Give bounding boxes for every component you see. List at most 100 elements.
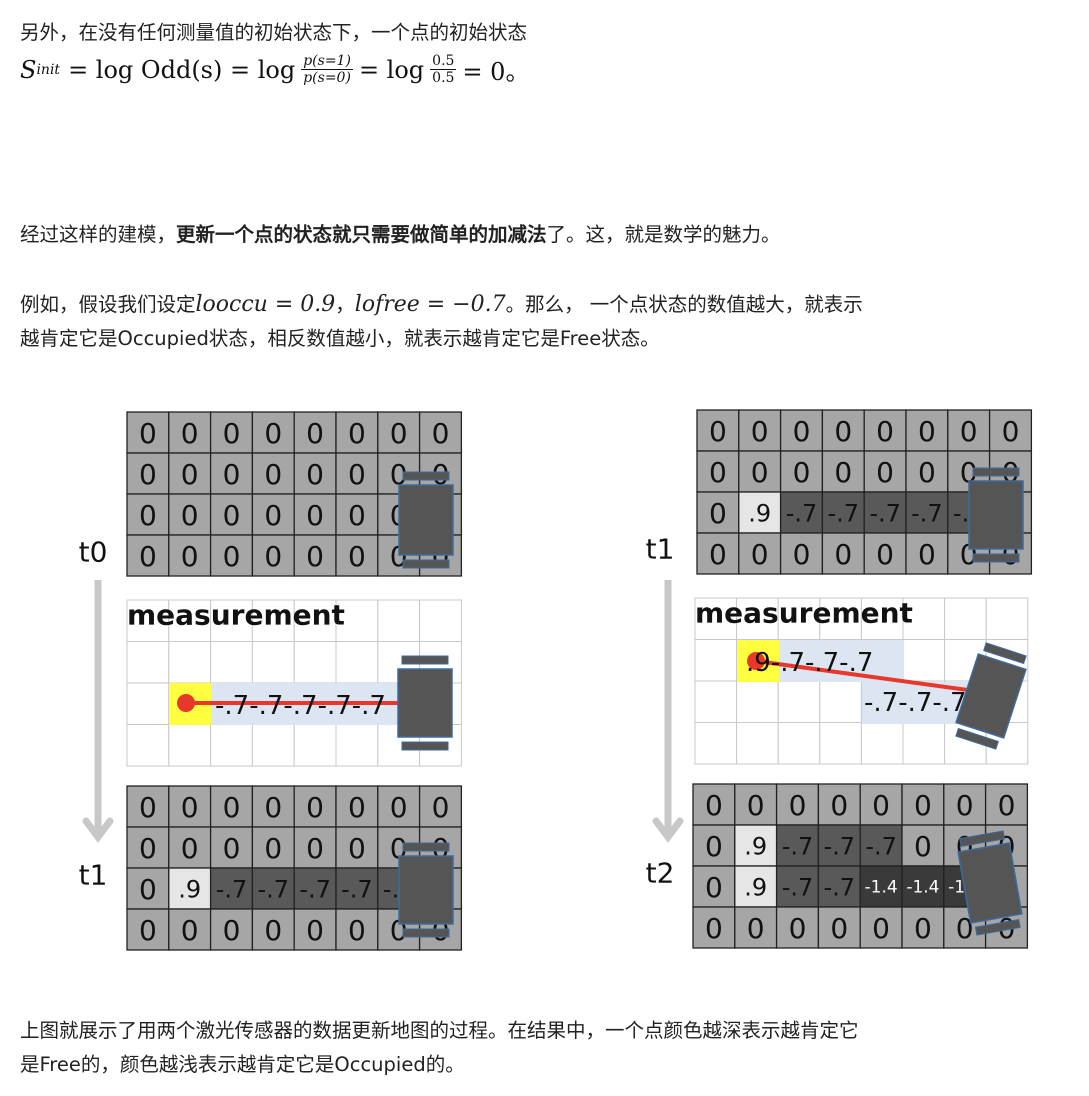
left-bottom-grid-cell-value: 0 — [181, 832, 199, 865]
left-top-grid-cell-value: 0 — [306, 458, 324, 491]
para2-pre: 经过这样的建模， — [20, 223, 177, 246]
intro-line: 另外，在没有任何测量值的初始状态下，一个点的初始状态 — [20, 21, 528, 44]
left-top-grid-cell-value: 0 — [306, 417, 324, 450]
right-top-grid-cell-value: 0 — [793, 456, 811, 489]
para2-bold: 更新一个点的状态就只需要做简单的加减法 — [176, 223, 547, 246]
robot-body — [398, 855, 454, 925]
left-measure-grid-cell — [335, 724, 379, 767]
left-bottom-grid-cell-value: 0 — [348, 832, 366, 865]
formula-fraction-2: 0.5 0.5 — [430, 53, 457, 86]
left-top-grid-cell-value: 0 — [348, 458, 366, 491]
right-label-t1: t1 — [646, 533, 675, 566]
right-top-grid-cell-value: 0 — [709, 456, 727, 489]
left-top-grid-cell-value: 0 — [139, 417, 157, 450]
robot-wheel-top — [402, 471, 450, 481]
right-top-grid-cell-value: 0 — [918, 415, 936, 448]
right-measure-grid-cell — [694, 680, 738, 723]
left-top-grid-cell-value: 0 — [348, 417, 366, 450]
right-measure-values-1: .9-.7-.7-.7 — [746, 648, 873, 678]
right-bottom-grid-cell-value: 0 — [872, 912, 890, 945]
left-bottom-grid-cell-value: 0 — [306, 914, 324, 947]
paragraph-addition-subtraction: 经过这样的建模，更新一个点的状态就只需要做简单的加减法了。这，就是数学的魅力。 — [20, 218, 781, 252]
left-bottom-grid-cell-value: 0 — [348, 791, 366, 824]
right-bottom-grid-cell-value: -.7 — [824, 833, 856, 861]
right-measure-grid-cell — [694, 722, 738, 765]
left-top-grid-cell-value: 0 — [139, 499, 157, 532]
left-label-t0: t0 — [79, 536, 108, 569]
left-measure-grid-cell — [210, 641, 253, 684]
right-bottom-grid-cell-value: 0 — [705, 912, 723, 945]
right-bottom-grid-cell-value: -.7 — [824, 874, 856, 902]
left-measure-values: -.7-.7-.7-.7-.7 — [215, 691, 386, 721]
formula-eq3: = 0。 — [462, 58, 530, 86]
right-bottom-grid-cell-value: 0 — [705, 789, 723, 822]
formula-eq2: = log — [358, 55, 425, 84]
left-top-robot — [398, 471, 454, 569]
left-top-grid-cell-value: 0 — [181, 417, 199, 450]
right-top-grid-cell-value: 0 — [918, 538, 936, 571]
formula-fraction-1: p(s=1) p(s=0) — [301, 53, 353, 86]
left-measure-grid-cell — [251, 724, 295, 767]
left-top-grid-cell-value: 0 — [181, 458, 199, 491]
right-bottom-grid-cell-value: -1.4 — [906, 878, 939, 898]
robot-body — [398, 484, 454, 556]
frac1-denominator: p(s=0) — [303, 70, 351, 86]
left-top-grid-cell-value: 0 — [306, 499, 324, 532]
right-top-grid-cell-value: -.7 — [869, 500, 901, 528]
right-bottom-grid-cell-value: 0 — [914, 830, 932, 863]
para3-pre: 例如，假设我们设定 — [20, 293, 196, 316]
left-top-grid-cell-value: 0 — [390, 417, 408, 450]
left-top-grid-cell-value: 0 — [181, 499, 199, 532]
para2-post: 了。这，就是数学的魅力。 — [546, 223, 781, 246]
right-top-grid-cell-value: 0 — [1002, 415, 1020, 448]
left-measure-grid-cell — [335, 641, 379, 684]
right-measure-grid-cell — [819, 722, 862, 765]
right-top-grid-cell-value: 0 — [834, 538, 852, 571]
right-measure-grid-cell — [694, 639, 738, 682]
right-top-grid-cell-value: 0 — [960, 415, 978, 448]
right-bottom-grid-cell-value: .9 — [744, 874, 767, 902]
left-measure-grid-cell — [126, 682, 170, 725]
right-bottom-grid-cell-value: 0 — [705, 830, 723, 863]
left-top-grid-cell-value: 0 — [264, 499, 282, 532]
left-top-grid-cell-value: 0 — [139, 458, 157, 491]
frac2-denominator: 0.5 — [432, 70, 455, 86]
robot-wheel-bottom — [402, 559, 450, 569]
left-bottom-grid-cell-value: 0 — [223, 832, 241, 865]
occupancy-grid-figure: 00000000000000000000000000000000t0t1meas… — [79, 409, 1033, 951]
frac1-numerator: p(s=1) — [301, 53, 353, 70]
left-bottom-grid-cell-value: 0 — [390, 791, 408, 824]
left-label-t1: t1 — [79, 859, 108, 892]
left-bottom-grid-cell-value: 0 — [181, 791, 199, 824]
left-top-grid-cell-value: 0 — [432, 417, 450, 450]
robot-wheel-bottom — [402, 928, 450, 938]
initial-state-formula: Sinit = log Odd(s) = log p(s=1) p(s=0) =… — [20, 52, 529, 87]
right-top-grid-cell-value: -.7 — [828, 500, 860, 528]
right-bottom-grid-cell-value: -.7 — [865, 833, 897, 861]
left-measure-grid-cell — [126, 641, 170, 684]
robot-wheel-bottom — [972, 553, 1020, 563]
left-bottom-grid-cell-value: 0 — [223, 791, 241, 824]
left-bottom-grid-cell-value: 0 — [264, 832, 282, 865]
left-top-grid-cell-value: 0 — [348, 499, 366, 532]
closing-line2: 是Free的，颜色越浅表示越肯定它是Occupied的。 — [20, 1053, 465, 1076]
right-top-grid-cell-value: 0 — [834, 415, 852, 448]
left-measure-grid-cell — [251, 641, 295, 684]
left-top-grid-cell-value: 0 — [181, 540, 199, 573]
right-measure-grid-cell — [777, 680, 821, 723]
right-bottom-grid-cell-value: 0 — [789, 912, 807, 945]
robot-wheel-top — [402, 842, 450, 852]
para3-line1: 例如，假设我们设定looccu = 0.9，lofree = −0.7。那么， … — [20, 288, 1070, 322]
robot-wheel-top — [972, 467, 1020, 477]
right-bottom-grid-cell-value: -1.4 — [865, 878, 898, 898]
right-bottom-grid-cell-value: 0 — [872, 789, 890, 822]
right-bottom-grid-cell-value: .9 — [744, 833, 767, 861]
left-bottom-grid-cell-value: -.7 — [341, 876, 373, 904]
right-top-grid-cell-value: .9 — [748, 500, 771, 528]
right-top-grid-cell-value: 0 — [876, 415, 894, 448]
right-top-grid-cell-value: 0 — [918, 456, 936, 489]
robot-wheel-bottom — [401, 741, 449, 751]
right-bottom-grid-cell-value: 0 — [830, 789, 848, 822]
right-top-grid-cell-value: 0 — [793, 415, 811, 448]
left-top-grid-cell-value: 0 — [223, 499, 241, 532]
